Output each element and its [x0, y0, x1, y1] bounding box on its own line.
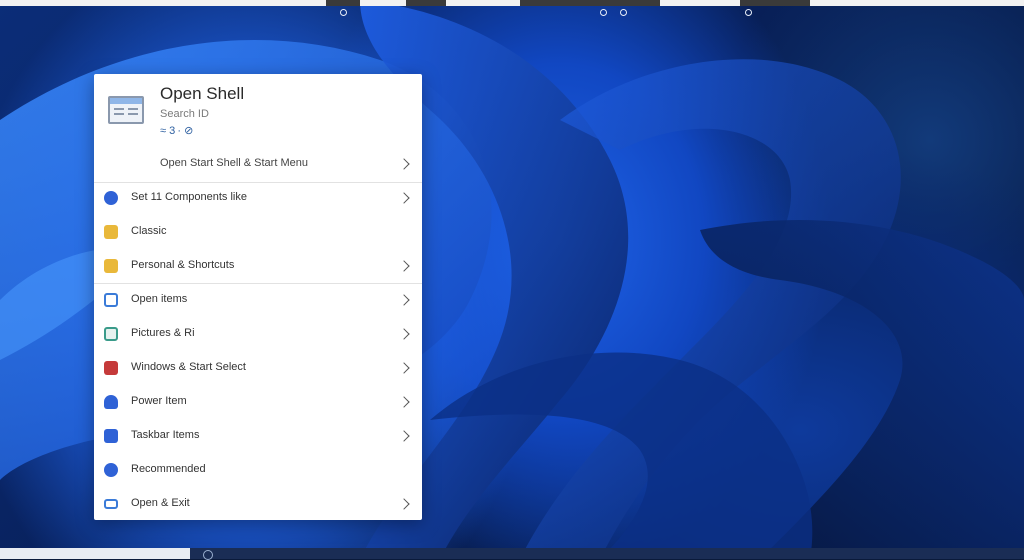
- menu-item-open-items[interactable]: Open items: [94, 284, 422, 316]
- top-strip-segment: [326, 0, 360, 6]
- notification-dot-icon[interactable]: [600, 9, 607, 16]
- taskbar: [0, 548, 1024, 560]
- notification-dot-icon[interactable]: [745, 9, 752, 16]
- menu-item-recommended[interactable]: Recommended: [94, 454, 422, 486]
- menu-item-label: Set 11 Components like: [131, 191, 247, 203]
- app-title: Open Shell: [160, 84, 245, 103]
- app-icon: [104, 361, 118, 375]
- menu-item-classic[interactable]: Classic: [94, 216, 422, 248]
- menu-item-taskbar[interactable]: Taskbar Items: [94, 420, 422, 452]
- monitor-icon: [104, 499, 118, 509]
- menu-item-label: Open items: [131, 293, 188, 305]
- menu-item-label: Classic: [131, 225, 167, 237]
- menu-item-components[interactable]: Set 11 Components like: [94, 182, 422, 214]
- header-submenu-row[interactable]: Open Start Shell & Start Menu: [94, 150, 422, 178]
- menu-item-personal[interactable]: Personal & Shortcuts: [94, 250, 422, 282]
- folder-icon: [104, 225, 118, 239]
- menu-item-label: Power Item: [131, 395, 187, 407]
- people-icon: [104, 429, 118, 443]
- menu-item-pictures[interactable]: Pictures & Ri: [94, 318, 422, 350]
- network-icon: [104, 463, 118, 477]
- top-strip-segment: [406, 0, 446, 6]
- user-icon: [104, 395, 118, 409]
- menu-item-label: Pictures & Ri: [131, 327, 195, 339]
- chevron-right-icon: [398, 498, 410, 510]
- taskbar-search-box[interactable]: [0, 548, 190, 559]
- header-row-label: Open Start Shell & Start Menu: [160, 157, 308, 169]
- chevron-right-icon: [398, 158, 410, 170]
- chevron-right-icon: [398, 396, 410, 408]
- menu-item-open-exit[interactable]: Open & Exit: [94, 488, 422, 520]
- chevron-right-icon: [398, 362, 410, 374]
- chevron-right-icon: [398, 328, 410, 340]
- folder-icon: [104, 259, 118, 273]
- image-icon: [104, 327, 118, 341]
- gear-icon: [104, 191, 118, 205]
- chevron-right-icon: [398, 192, 410, 204]
- menu-item-label: Taskbar Items: [131, 429, 200, 441]
- menu-item-label: Recommended: [131, 463, 206, 475]
- menu-item-label: Windows & Start Select: [131, 361, 246, 373]
- context-menu: Open Shell Search ID ≈ 3 · ⊘ Open Start …: [94, 74, 422, 520]
- window-app-icon: [108, 96, 144, 124]
- top-window-strip: [0, 0, 1024, 6]
- chevron-right-icon: [398, 294, 410, 306]
- app-subtitle: Search ID: [160, 108, 209, 120]
- menu-item-label: Personal & Shortcuts: [131, 259, 235, 271]
- top-strip-segment: [740, 0, 810, 6]
- notification-dot-icon[interactable]: [620, 9, 627, 16]
- chevron-right-icon: [398, 430, 410, 442]
- window-icon: [104, 293, 118, 307]
- top-strip-segment: [520, 0, 660, 6]
- chevron-right-icon: [398, 260, 410, 272]
- notification-dot-icon[interactable]: [340, 9, 347, 16]
- menu-item-power[interactable]: Power Item: [94, 386, 422, 418]
- app-meta: ≈ 3 · ⊘: [160, 125, 194, 137]
- menu-item-label: Open & Exit: [131, 497, 190, 509]
- menu-item-windows-start[interactable]: Windows & Start Select: [94, 352, 422, 384]
